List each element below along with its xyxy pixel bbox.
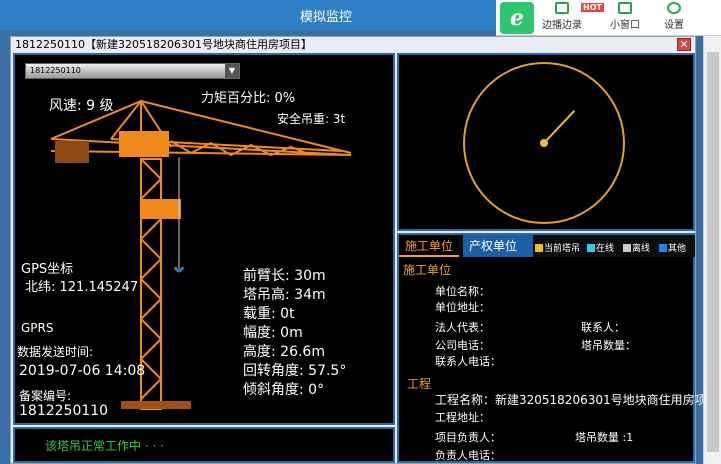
tab-construction[interactable]: 施工单位 [399,235,460,257]
company-phone: 公司电话： [435,339,490,352]
panel-title: 1812250110【新建320518206301号地块商住用房项目】 [15,38,312,51]
unit-address: 单位地址： [435,301,490,314]
settings-button[interactable]: 设置 [664,2,684,31]
mini-window-icon [618,2,632,14]
contact-person: 联系人： [581,321,625,334]
jib-length: 前臂长: 30m [243,268,326,284]
mini-window-button[interactable]: 小窗口 [610,2,640,31]
side-record-label: 边播边录 [542,20,582,31]
crane-count: 塔吊数量： [581,339,636,352]
project-name: 工程名称：新建320518206301号地块商住用房项 [435,393,707,407]
project-address: 工程地址： [435,411,490,424]
legend-current-swatch [535,244,543,252]
height-value: 高度: 26.6m [243,344,325,360]
load-value: 载重: 0t [243,306,295,322]
tower-height: 塔吊高: 34m [243,287,326,303]
browser-logo-icon: e [500,2,534,34]
legend-online-swatch [587,244,595,252]
safe-load: 安全吊重: 3t [277,112,346,126]
info-panel: 施工单位 产权单位 当前塔吊 在线 离线 其他 施工单位 单位名称： 单位地址：… [397,233,707,463]
legend-online: 在线 [587,241,614,254]
side-record-button[interactable]: 边播边录 [542,2,582,31]
leader-phone: 负责人电话： [435,449,501,462]
project-title: 工程 [407,377,432,391]
crane-view: 1812250110 ▼ 风速: 9 级 力矩百分比: 0% 安全吊重: 3t … [13,53,395,425]
gprs-label: GPRS [21,321,54,335]
settings-label: 设置 [664,20,684,31]
rotation-dial-view [397,53,695,231]
send-time-value: 2019-07-06 14:08 [19,363,146,379]
dial-center [540,139,548,147]
legend-offline: 离线 [623,241,650,254]
construction-title: 施工单位 [403,263,452,277]
status-bar: 该塔吊正常工作中 · · · [13,427,395,463]
chevron-down-icon: ▼ [225,64,239,78]
legal-rep: 法人代表： [435,321,490,334]
mini-window-label: 小窗口 [610,20,640,31]
wind-speed: 风速: 9 级 [49,98,114,114]
record-icon [555,2,569,14]
tilt-angle: 倾斜角度: 0° [243,382,325,398]
window-title: 模拟监控 [300,10,353,25]
torque-percent: 力矩百分比: 0% [201,91,296,106]
gear-icon [667,2,681,14]
rotation-angle: 回转角度: 57.5° [243,363,347,379]
info-tabs: 施工单位 产权单位 当前塔吊 在线 离线 其他 [399,235,695,257]
send-time-label: 数据发送时间: [17,345,94,359]
monitor-panel: 1812250110【新建320518206301号地块商住用房项目】 ✕ 18… [10,36,707,464]
device-select-value: 1812250110 [30,66,81,75]
project-leader: 项目负责人： [435,431,501,444]
dial-needle [543,110,576,144]
legend-current: 当前塔吊 [535,241,580,254]
hot-badge: HOT [581,3,604,12]
project-crane-count: 塔吊数量 :1 [575,431,634,444]
scrollbar-thumb[interactable] [707,52,719,452]
vertical-scrollbar[interactable] [703,36,721,464]
radius-value: 幅度: 0m [243,325,303,341]
legend-offline-swatch [623,244,631,252]
close-button[interactable]: ✕ [677,38,691,51]
status-text: 该塔吊正常工作中 · · · [45,439,164,453]
rotation-dial [463,62,625,224]
browser-toolbar: e 边播边录 小窗口 设置 [496,0,721,36]
device-select[interactable]: 1812250110 ▼ [25,63,240,79]
legend-other: 其他 [659,241,686,254]
contact-phone: 联系人电话： [435,355,501,368]
record-no-label: 备案编号: [19,389,72,403]
tab-property[interactable]: 产权单位 [463,235,533,257]
legend-other-swatch [659,244,667,252]
unit-name: 单位名称： [435,285,490,298]
record-no-value: 1812250110 [19,403,109,419]
gps-latitude: 北纬: 121.145247 [25,280,139,295]
gps-label: GPS坐标 [21,262,74,277]
